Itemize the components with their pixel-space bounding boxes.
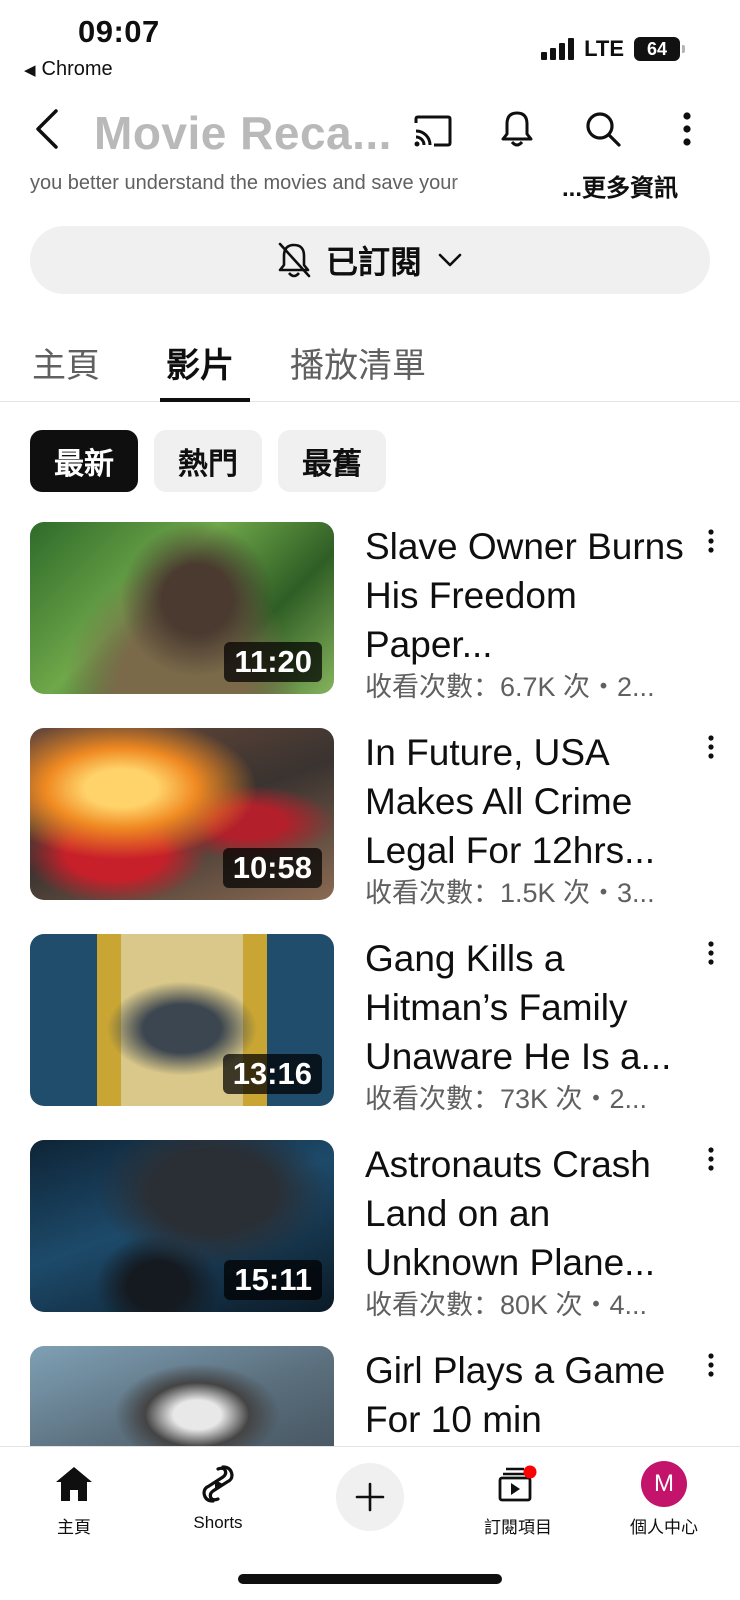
video-thumbnail[interactable]: 10:58 — [30, 728, 334, 900]
channel-description: you better understand the movies and sav… — [30, 172, 459, 194]
home-indicator — [238, 1574, 502, 1584]
more-info-link[interactable]: ...更多資訊 — [562, 168, 678, 203]
nav-subscriptions[interactable]: 訂閱項目 — [458, 1459, 578, 1538]
video-meta: 收看次數：80K 次・4... — [365, 1290, 648, 1320]
more-vert-icon — [708, 941, 714, 965]
nav-home-label: 主頁 — [57, 1518, 91, 1537]
video-more-button[interactable] — [697, 936, 725, 970]
channel-header: Movie Reca... — [0, 96, 740, 176]
video-more-button[interactable] — [697, 730, 725, 764]
video-item[interactable]: Girl Plays a Game For 10 min — [0, 1346, 740, 1446]
video-thumbnail[interactable]: 13:16 — [30, 934, 334, 1106]
tab-playlists[interactable]: 播放清單 — [290, 338, 426, 387]
avatar: M — [641, 1461, 687, 1507]
back-triangle-icon: ◀ — [24, 62, 36, 79]
subscriptions-icon — [498, 1465, 537, 1502]
status-indicators: LTE 64 — [541, 36, 685, 62]
more-vert-icon — [683, 112, 691, 146]
chip-latest[interactable]: 最新 — [30, 430, 138, 492]
battery-icon: 64 — [634, 37, 685, 61]
video-more-button[interactable] — [697, 1348, 725, 1382]
nav-home[interactable]: 主頁 — [14, 1459, 134, 1538]
nav-shorts[interactable]: Shorts — [158, 1459, 278, 1533]
video-list: 11:20 Slave Owner Burns His Freedom Pape… — [0, 522, 740, 1446]
status-time: 09:07 — [78, 14, 160, 49]
subscribed-label: 已訂閱 — [325, 244, 422, 280]
cast-icon — [414, 115, 452, 147]
video-title[interactable]: Gang Kills a Hitman’s Family Unaware He … — [365, 934, 695, 1081]
video-more-button[interactable] — [697, 524, 725, 558]
bell-off-icon — [278, 242, 311, 278]
notifications-button[interactable] — [492, 104, 542, 154]
home-icon — [56, 1467, 92, 1501]
video-title[interactable]: Slave Owner Burns His Freedom Paper... — [365, 522, 695, 669]
nav-profile-label: 個人中心 — [630, 1518, 698, 1537]
channel-title: Movie Reca... — [94, 107, 392, 159]
video-more-button[interactable] — [697, 1142, 725, 1176]
back-to-app-link[interactable]: ◀ Chrome — [24, 58, 113, 81]
search-button[interactable] — [578, 104, 628, 154]
chip-popular[interactable]: 熱門 — [154, 430, 262, 492]
tab-videos[interactable]: 影片 — [166, 338, 234, 387]
search-icon — [586, 112, 621, 147]
back-icon — [36, 109, 58, 149]
nav-shorts-label: Shorts — [193, 1513, 243, 1532]
video-duration: 13:16 — [222, 1054, 322, 1094]
more-vert-icon — [708, 529, 714, 553]
more-vert-icon — [708, 1353, 714, 1377]
video-title[interactable]: Girl Plays a Game For 10 min — [365, 1346, 695, 1444]
channel-tabs: 主頁 影片 播放清單 — [0, 320, 740, 402]
video-thumbnail[interactable]: 15:11 — [30, 1140, 334, 1312]
network-type: LTE — [584, 36, 624, 61]
more-vert-icon — [708, 735, 714, 759]
plus-icon — [355, 1482, 385, 1512]
create-button[interactable] — [336, 1463, 404, 1531]
video-meta: 收看次數：73K 次・2... — [365, 1084, 648, 1114]
back-app-label: Chrome — [41, 58, 113, 80]
active-tab-indicator — [160, 398, 250, 402]
subscribed-button[interactable]: 已訂閱 — [30, 226, 710, 294]
video-duration: 11:20 — [224, 642, 322, 682]
sort-chips: 最新 熱門 最舊 — [30, 430, 386, 492]
signal-icon — [541, 38, 575, 60]
back-button[interactable] — [22, 104, 72, 154]
video-meta: 收看次數：1.5K 次・3... — [365, 878, 655, 908]
video-thumbnail[interactable] — [30, 1346, 334, 1446]
channel-description-row: you better understand the movies and sav… — [30, 168, 720, 202]
video-item[interactable]: 15:11 Astronauts Crash Land on an Unknow… — [0, 1140, 740, 1320]
video-meta: 收看次數：6.7K 次・2... — [365, 672, 655, 702]
tab-home[interactable]: 主頁 — [32, 338, 100, 387]
bell-icon — [501, 111, 533, 147]
cast-button[interactable] — [408, 106, 458, 156]
chevron-down-icon — [438, 253, 462, 267]
video-item[interactable]: 11:20 Slave Owner Burns His Freedom Pape… — [0, 522, 740, 702]
video-title[interactable]: In Future, USA Makes All Crime Legal For… — [365, 728, 695, 875]
chip-oldest[interactable]: 最舊 — [278, 430, 386, 492]
video-item[interactable]: 13:16 Gang Kills a Hitman’s Family Unawa… — [0, 934, 740, 1114]
more-options-button[interactable] — [662, 104, 712, 154]
video-duration: 15:11 — [224, 1260, 322, 1300]
nav-subscriptions-label: 訂閱項目 — [484, 1518, 552, 1537]
video-item[interactable]: 10:58 In Future, USA Makes All Crime Leg… — [0, 728, 740, 908]
video-duration: 10:58 — [222, 848, 322, 888]
video-thumbnail[interactable]: 11:20 — [30, 522, 334, 694]
status-bar: 09:07 ◀ Chrome LTE 64 — [0, 0, 740, 88]
more-vert-icon — [708, 1147, 714, 1171]
nav-profile[interactable]: M 個人中心 — [604, 1459, 724, 1538]
shorts-icon — [202, 1465, 234, 1503]
video-title[interactable]: Astronauts Crash Land on an Unknown Plan… — [365, 1140, 695, 1287]
